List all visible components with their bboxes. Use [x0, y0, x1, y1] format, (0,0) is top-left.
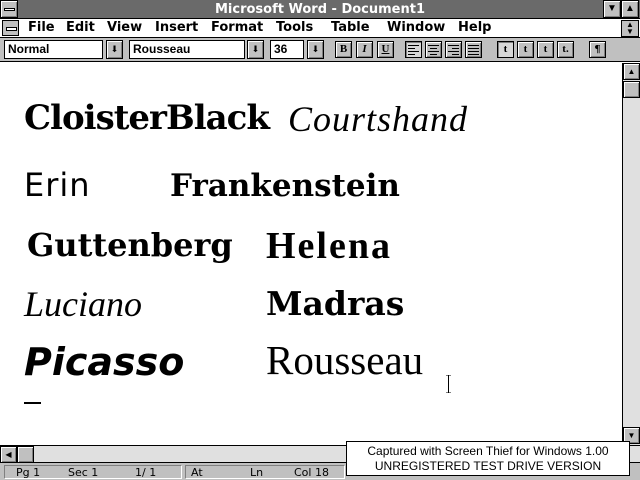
- status-section: Sec 1: [68, 466, 99, 479]
- align-center-icon: [428, 45, 439, 55]
- ribbon-toolbar: Normal ⬇ Rousseau ⬇ 36 ⬇ B I U t t t t. …: [0, 38, 640, 62]
- title-bar: Microsoft Word - Document1 ▼ ▲: [0, 0, 640, 19]
- arrow-down-icon: ⬇: [311, 44, 320, 54]
- watermark-line-1: Captured with Screen Thief for Windows 1…: [367, 444, 609, 458]
- font-size-select[interactable]: 36: [270, 40, 304, 59]
- status-column: Col 18: [294, 466, 329, 479]
- align-center-button[interactable]: [425, 41, 442, 58]
- menu-bar: File Edit View Insert Format Tools Table…: [0, 19, 640, 38]
- decimal-tab-button[interactable]: t.: [557, 41, 574, 58]
- arrow-down-icon: ▼: [627, 431, 636, 440]
- font-sample-rousseau: Rousseau: [266, 337, 424, 383]
- vertical-scroll-thumb[interactable]: [623, 81, 640, 98]
- menu-insert[interactable]: Insert: [155, 20, 198, 35]
- underline-button[interactable]: U: [377, 41, 394, 58]
- menu-format[interactable]: Format: [211, 20, 263, 35]
- style-select[interactable]: Normal: [4, 40, 103, 59]
- font-sample-erin: Erin: [24, 166, 91, 204]
- status-page: Pg 1: [16, 466, 41, 479]
- left-tab-button[interactable]: t: [497, 41, 514, 58]
- right-tab-button[interactable]: t: [537, 41, 554, 58]
- status-pages: 1/ 1: [135, 466, 157, 479]
- arrow-up-icon: ▲: [627, 67, 636, 76]
- menu-help[interactable]: Help: [458, 20, 491, 35]
- font-sample-courtshand: Courtshand: [288, 99, 469, 139]
- arrow-left-icon: ◀: [5, 450, 12, 459]
- justify-button[interactable]: [465, 41, 482, 58]
- italic-button[interactable]: I: [356, 41, 373, 58]
- vertical-scrollbar[interactable]: ▲ ▼: [622, 63, 640, 445]
- status-at: At: [191, 466, 203, 479]
- scroll-up-button[interactable]: ▲: [623, 63, 640, 80]
- maximize-button[interactable]: ▲: [621, 0, 639, 18]
- show-marks-button[interactable]: ¶: [589, 41, 606, 58]
- font-select[interactable]: Rousseau: [129, 40, 245, 59]
- align-right-button[interactable]: [445, 41, 462, 58]
- font-sample-frankenstein: Frankenstein: [170, 168, 400, 204]
- align-left-icon: [408, 45, 419, 55]
- menu-window[interactable]: Window: [387, 20, 445, 35]
- menu-file[interactable]: File: [28, 20, 55, 35]
- minimize-button[interactable]: ▼: [603, 0, 621, 18]
- font-sample-guttenberg: Guttenberg: [27, 226, 233, 264]
- document-area[interactable]: CloisterBlack Courtshand Erin Frankenste…: [0, 63, 622, 445]
- triangle-down-icon: ▼: [607, 3, 617, 14]
- justify-icon: [468, 45, 479, 55]
- font-dropdown-button[interactable]: ⬇: [247, 40, 264, 59]
- font-sample-picasso: Picasso: [24, 340, 185, 384]
- horizontal-scroll-thumb[interactable]: [17, 446, 34, 463]
- scroll-left-button[interactable]: ◀: [0, 446, 17, 463]
- text-cursor: [24, 402, 41, 404]
- capture-watermark: Captured with Screen Thief for Windows 1…: [346, 441, 630, 476]
- font-sample-cloisterblack: CloisterBlack: [24, 98, 270, 138]
- triangle-up-icon: ▲: [625, 3, 635, 14]
- arrow-down-icon: ⬇: [110, 44, 119, 54]
- bold-button[interactable]: B: [335, 41, 352, 58]
- menu-view[interactable]: View: [107, 20, 142, 35]
- style-dropdown-button[interactable]: ⬇: [106, 40, 123, 59]
- font-sample-helena: Helena: [266, 225, 392, 267]
- document-restore-button[interactable]: ▲ ▼: [621, 20, 639, 37]
- document-control-menu-button[interactable]: [2, 20, 19, 36]
- status-line: Ln: [250, 466, 264, 479]
- watermark-line-2: UNREGISTERED TEST DRIVE VERSION: [374, 459, 602, 473]
- menu-tools[interactable]: Tools: [276, 20, 313, 35]
- ibeam-cursor-icon: [446, 375, 451, 393]
- arrow-down-icon: ⬇: [251, 44, 260, 54]
- align-right-icon: [448, 45, 459, 55]
- align-left-button[interactable]: [405, 41, 422, 58]
- menu-edit[interactable]: Edit: [66, 20, 95, 35]
- font-size-dropdown-button[interactable]: ⬇: [307, 40, 324, 59]
- font-sample-madras: Madras: [266, 284, 405, 323]
- font-sample-luciano: Luciano: [24, 284, 143, 324]
- center-tab-button[interactable]: t: [517, 41, 534, 58]
- restore-icon: ▲ ▼: [626, 20, 634, 36]
- window-title: Microsoft Word - Document1: [214, 2, 426, 17]
- menu-table[interactable]: Table: [331, 20, 370, 35]
